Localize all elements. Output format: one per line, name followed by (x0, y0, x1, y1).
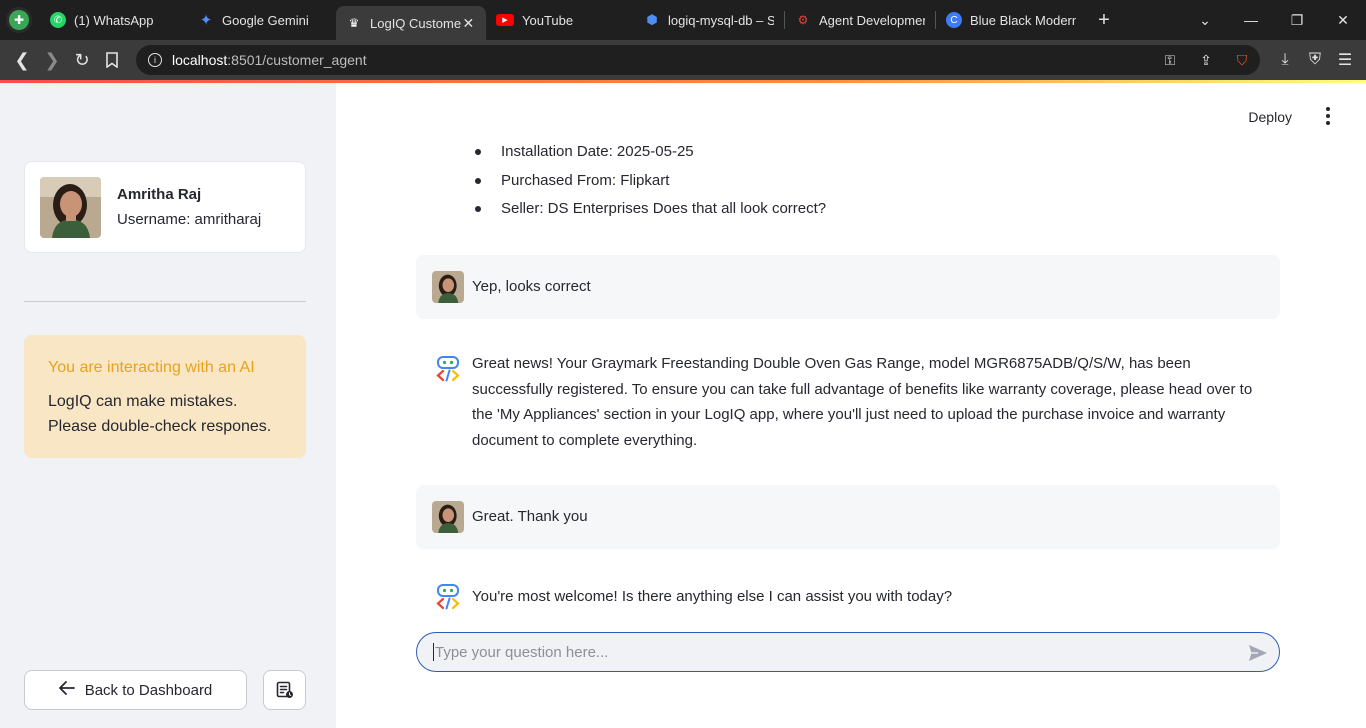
tab-search-chevron-icon[interactable]: ⌄ (1182, 12, 1228, 29)
list-item: Installation Date: 2025-05-25 (474, 141, 826, 170)
gemini-icon: ✦ (199, 12, 213, 29)
message-text: Great news! Your Graymark Freestanding D… (472, 355, 1253, 449)
user-avatar (40, 176, 101, 238)
tab-title: Google Gemini (222, 12, 309, 28)
bookmark-icon[interactable] (97, 45, 127, 75)
agent-kit-icon: ⚙ (797, 13, 809, 27)
chat-message-user: Yep, looks correct (416, 255, 1280, 319)
ai-warning-body: LogIQ can make mistakes. Please double-c… (48, 393, 272, 435)
tab-gemini[interactable]: ✦ Google Gemini (188, 4, 336, 36)
omnibox-icons: ⚿ ⇪ ⛉ (1152, 52, 1260, 69)
browser-profile-button[interactable]: ✚ (6, 7, 32, 33)
arrow-left-icon (58, 680, 75, 700)
sidebar-divider (24, 301, 306, 302)
cloud-sql-icon: ⬢ (646, 12, 658, 27)
minimize-icon[interactable]: — (1228, 12, 1274, 28)
chat-input-container (416, 632, 1280, 672)
send-icon[interactable] (1247, 642, 1269, 664)
whatsapp-icon: ✆ (50, 12, 66, 28)
back-to-dashboard-button[interactable]: Back to Dashboard (24, 670, 247, 710)
tab-logiq-customer[interactable]: ♛ LogIQ Customer ✕ (336, 6, 486, 40)
chat-input[interactable] (435, 643, 1225, 661)
url-host: localhost (172, 52, 228, 68)
window-controls: ⌄ — ❐ ✕ (1182, 0, 1366, 40)
user-avatar-small (432, 271, 464, 303)
message-text: Yep, looks correct (472, 278, 591, 295)
tab-title: Blue Black Modern F (970, 12, 1076, 28)
user-name: Amritha Raj (117, 186, 202, 203)
vpn-shield-icon[interactable]: ⛨ (1300, 45, 1330, 75)
browser-toolbar: ❮ ❯ ↻ i localhost:8501/customer_agent ⚿ … (0, 40, 1366, 80)
back-arrow-icon[interactable]: ❮ (7, 45, 37, 75)
message-text: You're most welcome! Is there anything e… (472, 588, 953, 605)
browser-tabs: ✆ (1) WhatsApp ✦ Google Gemini ♛ LogIQ C… (40, 0, 1118, 40)
chat-message-assistant: You're most welcome! Is there anything e… (416, 571, 1280, 619)
address-bar[interactable]: i localhost:8501/customer_agent ⚿ ⇪ ⛉ (136, 45, 1260, 75)
menu-icon[interactable]: ☰ (1330, 45, 1360, 75)
share-icon[interactable]: ⇪ (1188, 52, 1224, 69)
close-window-icon[interactable]: ✕ (1320, 12, 1366, 29)
tab-youtube[interactable]: ▶ YouTube (486, 4, 634, 36)
site-info-icon[interactable]: i (148, 53, 162, 67)
tab-title: YouTube (522, 12, 574, 28)
canva-icon: C (946, 12, 962, 28)
tab-title: (1) WhatsApp (74, 12, 154, 28)
tab-logiq-mysql-db[interactable]: ⬢ logiq-mysql-db – SQ (634, 4, 784, 36)
user-info: Amritha Raj Username: amritharaj (117, 186, 261, 228)
downloads-icon[interactable]: ⤓ (1270, 45, 1300, 75)
main-menu-icon[interactable] (1322, 107, 1334, 125)
new-tab-button[interactable]: + (1090, 9, 1118, 32)
forward-arrow-icon[interactable]: ❯ (37, 45, 67, 75)
assistant-bot-icon (436, 356, 460, 382)
username-label: Username: amritharaj (117, 211, 262, 228)
ai-warning-box: You are interacting with an AI LogIQ can… (24, 335, 306, 458)
main-content: Deploy Installation Date: 2025-05-25 Pur… (336, 83, 1366, 728)
chat-message-assistant: Great news! Your Graymark Freestanding D… (416, 339, 1280, 461)
chat-history-button[interactable] (263, 670, 306, 710)
youtube-icon: ▶ (496, 14, 514, 26)
browser-tab-bar: ✚ ✆ (1) WhatsApp ✦ Google Gemini ♛ LogIQ… (0, 0, 1366, 40)
deploy-button[interactable]: Deploy (1248, 109, 1292, 125)
user-profile-card: Amritha Raj Username: amritharaj (24, 161, 306, 253)
reload-icon[interactable]: ↻ (67, 45, 97, 75)
tab-canva[interactable]: C Blue Black Modern F (936, 4, 1086, 36)
tab-title: LogIQ Customer (370, 15, 461, 31)
toolbar-right-icons: ⤓ ⛨ ☰ (1270, 45, 1360, 75)
chat-message-user: Great. Thank you (416, 485, 1280, 549)
tab-agent-development[interactable]: ⚙ Agent Development (785, 4, 935, 36)
tab-title: logiq-mysql-db – SQ (668, 12, 774, 28)
text-caret (433, 643, 434, 661)
registration-details-list: Installation Date: 2025-05-25 Purchased … (474, 141, 826, 227)
tab-whatsapp[interactable]: ✆ (1) WhatsApp (40, 4, 188, 36)
message-text: Great. Thank you (472, 508, 588, 525)
restore-icon[interactable]: ❐ (1274, 12, 1320, 29)
user-avatar-small (432, 501, 464, 533)
ai-warning-title: You are interacting with an AI (48, 359, 255, 376)
list-item: Seller: DS Enterprises Does that all loo… (474, 198, 826, 227)
password-key-icon[interactable]: ⚿ (1152, 52, 1188, 69)
streamlit-crown-icon: ♛ (348, 16, 360, 30)
sidebar: Amritha Raj Username: amritharaj You are… (0, 83, 336, 728)
tab-title: Agent Development (819, 12, 925, 28)
profile-icon: ✚ (9, 10, 29, 30)
url-text: localhost:8501/customer_agent (172, 52, 367, 68)
back-to-dashboard-label: Back to Dashboard (84, 681, 213, 699)
url-path: :8501/customer_agent (227, 52, 367, 68)
close-tab-icon[interactable]: ✕ (461, 15, 476, 31)
assistant-bot-icon (436, 584, 460, 610)
brave-shields-icon[interactable]: ⛉ (1224, 52, 1260, 69)
history-list-icon (276, 681, 293, 698)
list-item: Purchased From: Flipkart (474, 170, 826, 199)
